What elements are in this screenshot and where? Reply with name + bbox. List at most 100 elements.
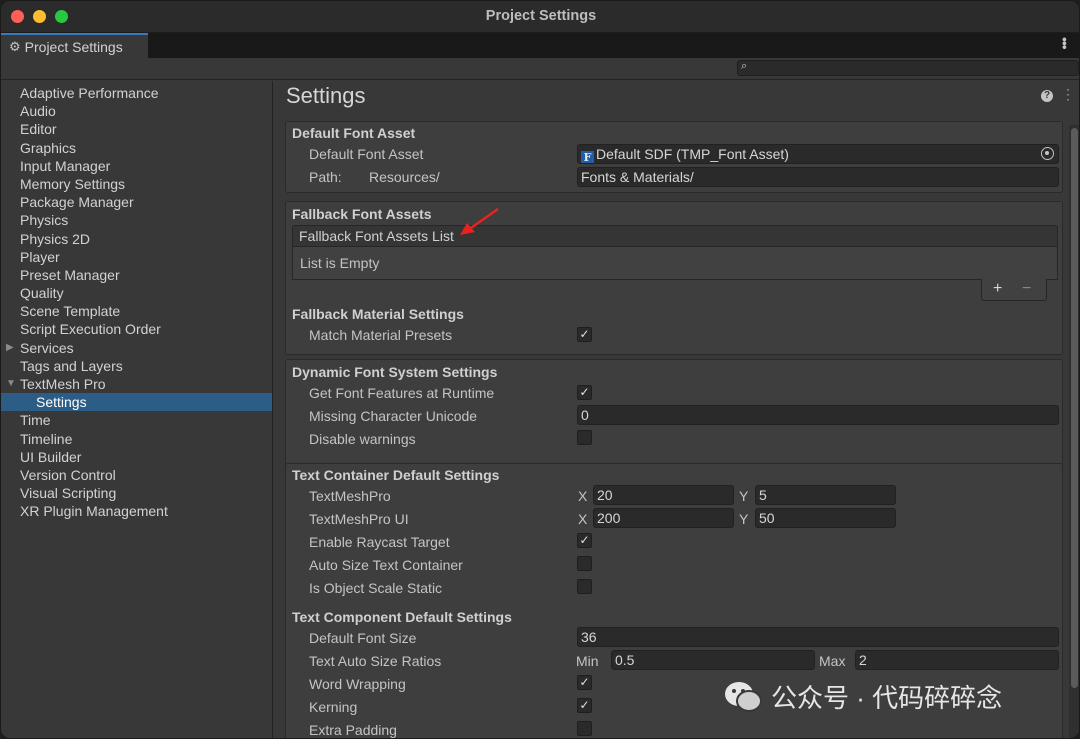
extra-padding-checkbox[interactable] [577, 721, 592, 736]
kerning-checkbox[interactable]: ✓ [577, 698, 592, 713]
sidebar-item-label: XR Plugin Management [20, 503, 168, 520]
default-font-asset-field[interactable]: F Default SDF (TMP_Font Asset) [577, 144, 1059, 164]
sidebar-item-player[interactable]: Player [1, 248, 272, 266]
add-item-button[interactable]: + [993, 280, 1002, 298]
sidebar-item-xr-plugin-management[interactable]: XR Plugin Management [1, 502, 272, 520]
y-label: Y [739, 511, 749, 527]
max-ratio-input[interactable]: 2 [855, 650, 1059, 670]
extra-padding-label: Extra Padding [309, 722, 397, 738]
sidebar-item-memory-settings[interactable]: Memory Settings [1, 175, 272, 193]
sidebar-item-visual-scripting[interactable]: Visual Scripting [1, 484, 272, 502]
scrollbar-thumb[interactable] [1071, 128, 1078, 688]
sidebar-item-package-manager[interactable]: Package Manager [1, 193, 272, 211]
word-wrapping-label: Word Wrapping [309, 676, 406, 692]
missing-unicode-input[interactable]: 0 [577, 405, 1059, 425]
textmeshpro-ui-x-input[interactable]: 200 [593, 508, 734, 528]
font-features-checkbox[interactable]: ✓ [577, 385, 592, 400]
x-label: X [578, 511, 588, 527]
sidebar-item-label: Player [20, 248, 60, 265]
sidebar-item-label: Version Control [20, 466, 116, 483]
sidebar-item-time[interactable]: Time [1, 411, 272, 429]
sidebar-item-label: Editor [20, 121, 57, 138]
sidebar-item-label: Physics 2D [20, 230, 91, 247]
sidebar-item-tags-and-layers[interactable]: Tags and Layers [1, 357, 272, 375]
x-label: X [578, 488, 588, 504]
sidebar-item-quality[interactable]: Quality [1, 284, 272, 302]
chevron-down-icon[interactable]: ▼ [6, 375, 16, 393]
section-heading: Text Container Default Settings [292, 467, 500, 483]
sidebar-item-physics[interactable]: Physics [1, 211, 272, 229]
raycast-target-checkbox[interactable]: ✓ [577, 533, 592, 548]
sidebar-item-adaptive-performance[interactable]: Adaptive Performance [1, 84, 272, 102]
sidebar-item-textmesh-pro[interactable]: ▼ TextMesh Pro [1, 375, 272, 393]
toolbar: ⌕ [1, 58, 1079, 80]
match-material-presets-checkbox[interactable]: ✓ [577, 327, 592, 342]
auto-size-checkbox[interactable] [577, 556, 592, 571]
page-title: Settings [286, 83, 366, 108]
object-picker-icon[interactable] [1041, 147, 1054, 160]
word-wrapping-checkbox[interactable]: ✓ [577, 675, 592, 690]
scale-static-checkbox[interactable] [577, 579, 592, 594]
sidebar-item-label: Quality [20, 285, 64, 302]
fallback-list-title: Fallback Font Assets List [299, 228, 454, 244]
path-prefix: Resources/ [369, 169, 440, 185]
wechat-icon [725, 681, 762, 712]
sidebar-item-label: Settings [36, 394, 87, 411]
min-label: Min [576, 653, 599, 669]
default-font-size-input[interactable]: 36 [577, 627, 1059, 647]
font-asset-icon: F [581, 151, 594, 163]
sidebar-item-label: Physics [20, 212, 69, 229]
gear-icon: ⚙ [9, 38, 21, 54]
tab-options-menu-icon[interactable]: ••• [1057, 37, 1073, 49]
sidebar-item-audio[interactable]: Audio [1, 102, 272, 120]
sidebar-item-graphics[interactable]: Graphics [1, 139, 272, 157]
default-font-size-label: Default Font Size [309, 630, 417, 646]
sidebar-item-ui-builder[interactable]: UI Builder [1, 448, 272, 466]
textmeshpro-ui-y-input[interactable]: 50 [755, 508, 896, 528]
help-icon[interactable]: ? [1041, 90, 1053, 102]
raycast-target-label: Enable Raycast Target [309, 534, 450, 550]
tab-label: Project Settings [24, 38, 123, 55]
disable-warnings-label: Disable warnings [309, 431, 416, 447]
sidebar-item-label: Package Manager [20, 194, 134, 211]
search-field[interactable]: ⌕ [737, 60, 1079, 76]
sidebar-item-services[interactable]: ▶ Services [1, 339, 272, 357]
sidebar-item-settings[interactable]: Settings [1, 393, 272, 412]
sidebar-item-label: Adaptive Performance [20, 85, 159, 101]
min-ratio-input[interactable]: 0.5 [611, 650, 815, 670]
remove-item-button[interactable]: − [1022, 280, 1031, 298]
fallback-list-header[interactable]: Fallback Font Assets List [292, 225, 1058, 247]
sidebar-item-timeline[interactable]: Timeline [1, 430, 272, 448]
panel-options-menu-icon[interactable]: · · · [1066, 83, 1070, 105]
fallback-list-body: List is Empty [292, 247, 1058, 280]
watermark-text: 公众号 · 代码碎碎念 [771, 683, 1003, 713]
sidebar-item-scene-template[interactable]: Scene Template [1, 302, 272, 320]
vertical-scrollbar[interactable] [1069, 125, 1079, 738]
sidebar-item-label: Script Execution Order [20, 321, 161, 338]
sidebar-item-label: Preset Manager [20, 266, 120, 283]
font-features-label: Get Font Features at Runtime [309, 385, 495, 401]
sidebar-item-version-control[interactable]: Version Control [1, 466, 272, 484]
sidebar-item-physics-2d[interactable]: Physics 2D [1, 230, 272, 248]
chevron-right-icon[interactable]: ▶ [6, 339, 14, 357]
sidebar-item-input-manager[interactable]: Input Manager [1, 157, 272, 175]
disable-warnings-checkbox[interactable] [577, 430, 592, 445]
match-material-presets-label: Match Material Presets [309, 327, 453, 343]
textmeshpro-x-input[interactable]: 20 [593, 485, 734, 505]
project-settings-window: Project Settings ⚙ Project Settings ••• … [0, 0, 1080, 739]
textmeshpro-y-input[interactable]: 5 [755, 485, 896, 505]
list-empty-text: List is Empty [300, 255, 380, 271]
sidebar-item-preset-manager[interactable]: Preset Manager [1, 266, 272, 284]
path-input[interactable]: Fonts & Materials/ [577, 167, 1059, 187]
sidebar-item-editor[interactable]: Editor [1, 120, 272, 138]
scale-static-label: Is Object Scale Static [309, 580, 443, 596]
sidebar-item-label: Audio [20, 103, 56, 120]
section-heading: Fallback Font Assets [292, 206, 432, 222]
section-heading: Fallback Material Settings [292, 306, 464, 322]
sidebar-item-script-execution-order[interactable]: Script Execution Order [1, 320, 272, 338]
sidebar-item-label: Services [20, 339, 74, 356]
tab-bar: ⚙ Project Settings ••• [1, 33, 1079, 58]
textmeshpro-size-label: TextMeshPro [309, 488, 391, 504]
sidebar-item-label: Timeline [20, 430, 73, 447]
tab-project-settings[interactable]: ⚙ Project Settings [1, 33, 148, 58]
